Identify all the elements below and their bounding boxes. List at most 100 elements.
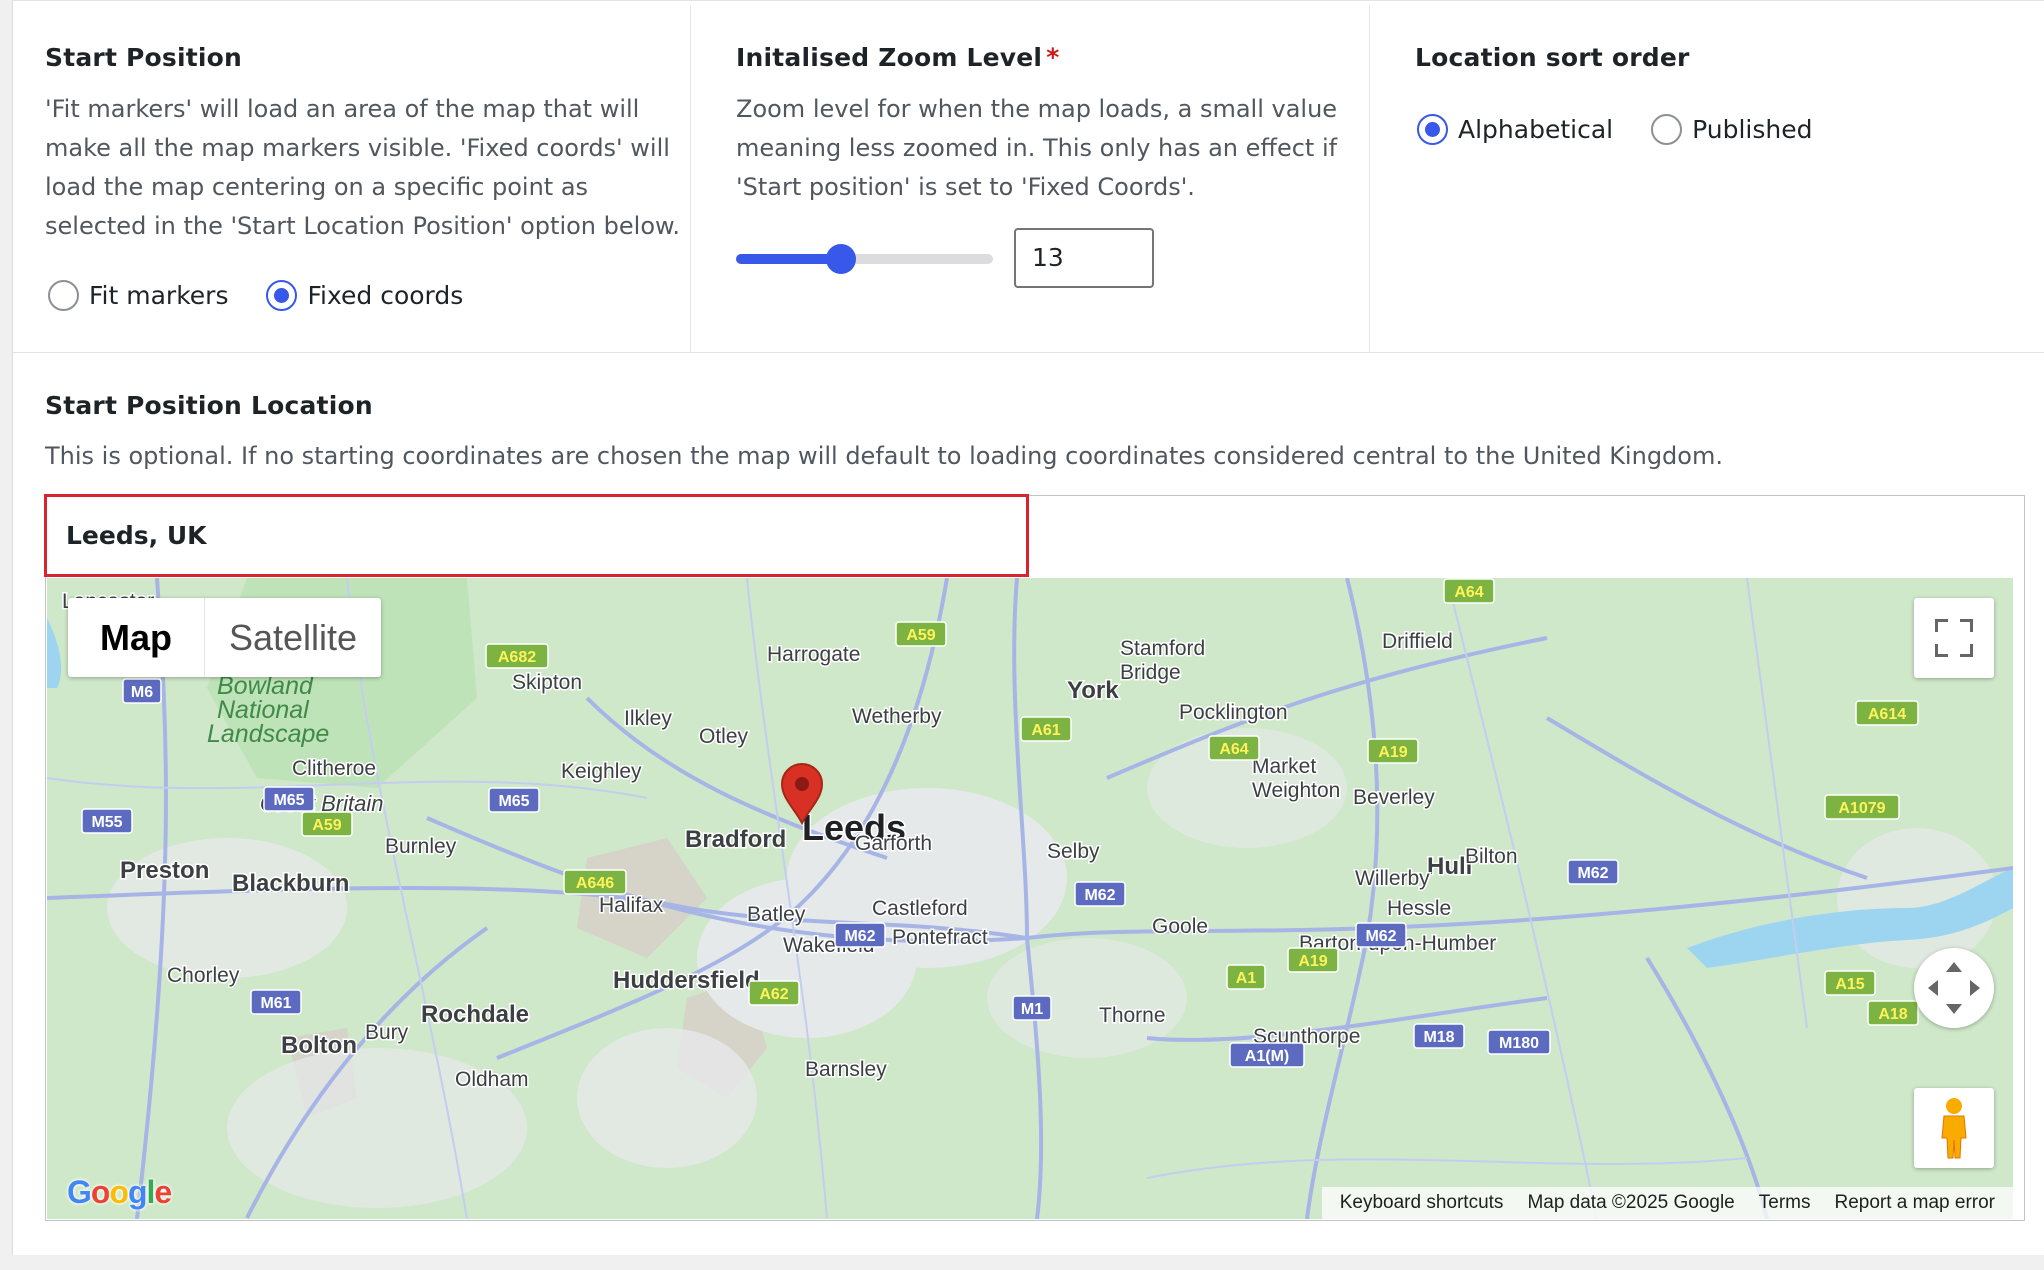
- start-position-column: Start Position 'Fit markers' will load a…: [13, 6, 691, 353]
- a-road-shield: A1079: [1824, 794, 1900, 820]
- road-shield-label: A59: [906, 627, 935, 644]
- street-view-button[interactable]: [1914, 1088, 1994, 1168]
- report-error-link[interactable]: Report a map error: [1834, 1192, 1995, 1214]
- place-label: Skipton: [512, 671, 582, 694]
- zoom-number-input[interactable]: 13: [1014, 228, 1154, 288]
- place-label: Wetherby: [852, 705, 942, 728]
- fullscreen-icon: [1960, 619, 1973, 632]
- map-type-satellite-button[interactable]: Satellite: [205, 598, 381, 677]
- place-label: Beverley: [1353, 786, 1435, 809]
- location-help: This is optional. If no starting coordin…: [45, 442, 1723, 470]
- camera-control-button[interactable]: [1914, 948, 1994, 1028]
- place-label: Clitheroe: [292, 757, 376, 780]
- place-label: Rochdale: [421, 1001, 529, 1028]
- place-label: Barnsley: [805, 1058, 887, 1081]
- a-road-shield: A646: [563, 869, 627, 895]
- road-shield-label: M62: [1365, 928, 1396, 945]
- road-shield-label: M62: [1084, 887, 1115, 904]
- road-shield-label: M65: [498, 793, 529, 810]
- road-shield-label: A64: [1454, 584, 1483, 601]
- map-data-text: Map data ©2025 Google: [1527, 1192, 1735, 1213]
- a-road-shield: A15: [1824, 970, 1876, 996]
- place-label: Ilkley: [624, 707, 672, 730]
- map-canvas[interactable]: Leeds York Bradford Huddersfield Harrogate St…: [47, 578, 2013, 1219]
- place-label: Selby: [1047, 840, 1100, 863]
- help-line: Zoom level for when the map loads, a sma…: [736, 95, 1338, 123]
- road-shield-label: M180: [1499, 1035, 1539, 1052]
- zoom-title: Initalised Zoom Level *: [736, 43, 1059, 72]
- place-label: Driffield: [1382, 630, 1453, 653]
- fit-markers-radio[interactable]: [48, 280, 79, 311]
- park-label: Landscape: [207, 720, 329, 748]
- map-attribution: Keyboard shortcuts Map data ©2025 Google…: [1321, 1187, 2013, 1219]
- published-option[interactable]: Published: [1651, 114, 1812, 145]
- place-label: Otley: [699, 725, 749, 748]
- road-shield-label: M61: [260, 995, 291, 1012]
- place-label: Willerby: [1355, 867, 1430, 890]
- a-road-shield: A19: [1367, 738, 1419, 764]
- place-label: Bilton: [1465, 845, 1518, 868]
- road-shield-label: M62: [1577, 865, 1608, 882]
- sort-column: Location sort order Alphabetical Publish…: [1370, 6, 2044, 353]
- map-type-map-button[interactable]: Map: [68, 598, 205, 677]
- help-line: make all the map markers visible. 'Fixed…: [45, 134, 670, 162]
- zoom-help: Zoom level for when the map loads, a sma…: [736, 90, 1337, 207]
- move-camera-icon: [1928, 962, 1980, 1014]
- place-label: Halifax: [599, 894, 664, 917]
- zoom-column: Initalised Zoom Level * Zoom level for wh…: [691, 6, 1370, 353]
- zoom-title-text: Initalised Zoom Level: [736, 43, 1043, 72]
- fullscreen-icon: [1960, 644, 1973, 657]
- required-mark: *: [1046, 43, 1060, 72]
- road-shield-label: A1079: [1838, 800, 1885, 817]
- place-label: Goole: [1152, 915, 1208, 938]
- motorway-shield: M55: [81, 808, 133, 834]
- alphabetical-label: Alphabetical: [1458, 115, 1614, 144]
- road-shield-label: M1: [1021, 1001, 1043, 1018]
- road-shield-label: A64: [1219, 741, 1248, 758]
- alphabetical-option[interactable]: Alphabetical: [1417, 114, 1613, 145]
- zoom-slider[interactable]: [736, 242, 993, 276]
- road-shield-label: M65: [273, 792, 304, 809]
- a-road-shield: A682: [485, 643, 549, 669]
- place-label: Keighley: [561, 760, 642, 783]
- motorway-shield: M180: [1487, 1029, 1551, 1055]
- motorway-shield: M65: [488, 787, 540, 813]
- place-label: Pontefract: [892, 926, 988, 949]
- help-line: selected in the 'Start Location Position…: [45, 212, 681, 240]
- place-label: Oldham: [455, 1068, 529, 1091]
- a-road-shield: A19: [1287, 947, 1339, 973]
- fit-markers-label: Fit markers: [89, 281, 229, 310]
- place-label: Batley: [747, 903, 806, 926]
- motorway-shield: M18: [1413, 1023, 1465, 1049]
- keyboard-shortcuts-link[interactable]: Keyboard shortcuts: [1340, 1192, 1504, 1214]
- terms-link[interactable]: Terms: [1759, 1192, 1811, 1214]
- fit-markers-option[interactable]: Fit markers: [48, 280, 228, 311]
- location-search-input[interactable]: Leeds, UK: [44, 494, 1029, 577]
- fullscreen-button[interactable]: [1914, 598, 1994, 678]
- fullscreen-icon: [1935, 619, 1948, 632]
- published-radio[interactable]: [1651, 114, 1683, 145]
- a-road-shield: A59: [301, 811, 353, 837]
- start-position-title: Start Position: [45, 43, 243, 72]
- place-label: Market: [1252, 755, 1316, 778]
- fixed-coords-radio[interactable]: [266, 280, 298, 311]
- place-label: Bridge: [1120, 661, 1181, 684]
- place-label: Stamford: [1120, 637, 1205, 660]
- road-shield-label: M55: [91, 814, 122, 831]
- zoom-slider-thumb[interactable]: [826, 244, 857, 274]
- road-shield-label: A19: [1298, 953, 1327, 970]
- place-label: Thorne: [1099, 1004, 1166, 1027]
- place-label: Pocklington: [1179, 701, 1288, 724]
- alphabetical-radio[interactable]: [1417, 114, 1448, 145]
- a-road-shield: A64: [1208, 735, 1260, 761]
- help-line: 'Fit markers' will load an area of the m…: [45, 95, 640, 123]
- motorway-shield: A1(M): [1229, 1042, 1305, 1068]
- place-label: York: [1067, 677, 1119, 704]
- a-road-shield: A18: [1867, 1000, 1919, 1026]
- a-road-shield: A62: [748, 980, 800, 1006]
- place-label: Castleford: [872, 897, 968, 920]
- fixed-coords-option[interactable]: Fixed coords: [266, 280, 463, 311]
- fullscreen-icon: [1935, 644, 1948, 657]
- map-picker: Leeds, UK Leeds York Bradford Huddersfie…: [44, 494, 2025, 1221]
- road-shield-label: M6: [131, 684, 153, 701]
